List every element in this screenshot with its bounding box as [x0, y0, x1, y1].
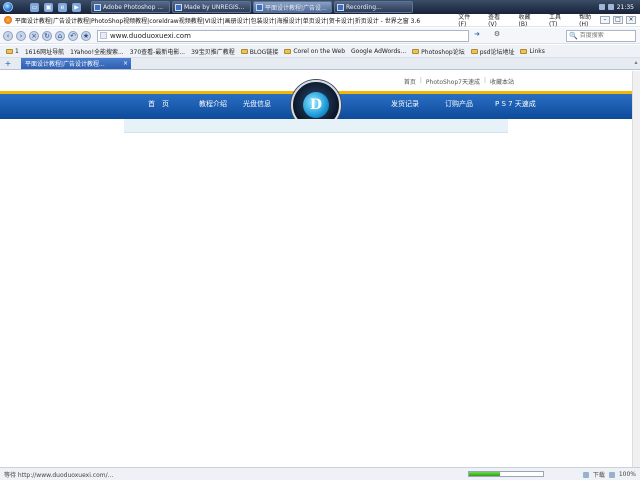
menu-help[interactable]: 帮助(H) — [579, 12, 600, 28]
quick-launch: ▭ ▣ e ▶ — [30, 2, 81, 12]
progress-fill — [469, 472, 501, 476]
menu-bar: 文件(F) 查看(V) 收藏(B) 工具(T) 帮助(H) — [458, 12, 600, 28]
refresh-icon[interactable]: ↻ — [42, 30, 52, 41]
address-bar[interactable] — [97, 29, 469, 42]
favorite-star-icon[interactable]: ★ — [81, 30, 91, 41]
media-player-icon[interactable]: ▶ — [72, 2, 81, 12]
tab-current[interactable]: 平面设计教程|广告设计教程... × — [21, 58, 131, 69]
site-nav-tutorials[interactable]: 教程介绍 — [199, 99, 227, 109]
browser-icon — [256, 3, 263, 11]
minimize-button[interactable]: – — [600, 16, 610, 24]
web-page: 首页 | PhotoShop7天速成 | 收藏本站 首 页 教程介绍 光盘信息 … — [0, 71, 632, 467]
site-nav-shipping[interactable]: 发货记录 — [391, 99, 419, 109]
menu-file[interactable]: 文件(F) — [458, 12, 478, 28]
browser-launch-icon[interactable]: e — [58, 2, 67, 12]
site-nav: 首 页 教程介绍 光盘信息 发货记录 订购产品 P S 7 天速成 — [148, 99, 536, 109]
search-box[interactable]: 🔍 — [566, 29, 636, 42]
toplink-bookmark[interactable]: 收藏本站 — [490, 77, 514, 86]
tab-scroll-icon[interactable]: ▴ — [632, 59, 640, 69]
tools-icon[interactable]: ⚙ — [491, 30, 503, 42]
start-button[interactable] — [0, 0, 16, 14]
bookmark-folder-psd[interactable]: psd论坛地址 — [470, 47, 514, 56]
logo-emblem-icon: D — [303, 92, 329, 118]
site-nav-ps7[interactable]: P S 7 天速成 — [495, 99, 536, 109]
clock[interactable]: 21:35 — [617, 4, 634, 11]
page-favicon-icon — [100, 32, 107, 39]
switch-windows-icon[interactable]: ▣ — [44, 2, 53, 12]
site-top-links: 首页 | PhotoShop7天速成 | 收藏本站 — [404, 77, 514, 86]
bookmark-folder-blog[interactable]: BLOG链接 — [240, 47, 278, 56]
task-list: Adobe Photoshop ... Made by UNREGIS... 平… — [91, 1, 413, 13]
task-button-photoshop[interactable]: Adobe Photoshop ... — [91, 1, 170, 13]
folder-icon — [6, 48, 13, 54]
divider: | — [419, 77, 422, 84]
back-arrow-icon[interactable]: ‹ — [3, 30, 13, 41]
task-button-recording[interactable]: Recording... — [334, 1, 413, 13]
new-tab-icon[interactable]: + — [3, 59, 13, 69]
close-tab-icon[interactable]: × — [123, 60, 128, 67]
browser-logo-icon — [4, 16, 12, 24]
bookmarks-bar: 1 1616网址导航 1Yahoo!全能搜索... 370查看-最新电影... … — [0, 45, 640, 58]
system-tray: 21:35 — [598, 4, 640, 11]
search-input[interactable] — [579, 32, 636, 39]
task-button-browser[interactable]: 平面设计教程|广告设... — [253, 1, 332, 13]
volume-icon[interactable] — [607, 4, 614, 10]
status-text: 等待 http://www.duoduoxuexi.com/... — [4, 471, 114, 479]
toplink-ps7[interactable]: PhotoShop7天速成 — [426, 77, 480, 86]
download-label[interactable]: 下载 — [593, 470, 605, 479]
bookmark-1616[interactable]: 1616网址导航 — [25, 47, 64, 56]
bookmark-yahoo[interactable]: 1Yahoo!全能搜索... — [70, 47, 124, 56]
vertical-scrollbar[interactable] — [632, 71, 640, 467]
site-subpanel — [124, 119, 508, 133]
recording-icon — [337, 3, 344, 11]
tab-strip: + 平面设计教程|广告设计教程... × ▴ — [0, 58, 640, 70]
site-nav-order[interactable]: 订购产品 — [445, 99, 473, 109]
url-input[interactable] — [110, 31, 450, 40]
bookmark-39[interactable]: 39宝贝推广教程 — [191, 47, 235, 56]
menu-tools[interactable]: 工具(T) — [549, 12, 569, 28]
windows-logo-icon — [3, 2, 13, 12]
show-desktop-icon[interactable]: ▭ — [30, 2, 39, 12]
undo-icon[interactable]: ↶ — [68, 30, 78, 41]
forward-arrow-icon[interactable]: › — [16, 30, 26, 41]
status-bar: 等待 http://www.duoduoxuexi.com/... 下载 100… — [0, 467, 640, 480]
menu-view[interactable]: 查看(V) — [488, 12, 508, 28]
close-button[interactable]: × — [626, 16, 636, 24]
menu-favorites[interactable]: 收藏(B) — [519, 12, 540, 28]
photoshop-icon — [94, 3, 101, 11]
zoom-icon[interactable] — [608, 471, 615, 478]
bookmark-370[interactable]: 370查看-最新电影... — [130, 47, 185, 56]
bookmark-folder-1[interactable]: 1 — [6, 48, 19, 55]
zoom-level[interactable]: 100% — [619, 471, 636, 478]
bookmark-google-adwords[interactable]: Google AdWords... — [351, 48, 406, 55]
app-icon — [175, 3, 182, 11]
folder-icon — [412, 48, 420, 54]
stop-icon[interactable]: × — [29, 30, 39, 41]
folder-icon — [240, 48, 248, 54]
download-icon[interactable] — [582, 471, 589, 478]
go-arrow-icon[interactable]: ➜ — [471, 30, 483, 42]
folder-icon — [470, 48, 478, 54]
bookmark-folder-corel[interactable]: Corel on the Web — [284, 48, 345, 55]
network-icon[interactable] — [598, 4, 605, 10]
navigation-toolbar: ‹ › × ↻ ⌂ ↶ ★ ➜ ⚙ 🔍 — [0, 28, 640, 44]
loading-progress-bar — [468, 471, 544, 477]
bookmark-folder-photoshop[interactable]: Photoshop论坛 — [412, 47, 465, 56]
site-nav-disc-info[interactable]: 光盘信息 — [243, 99, 271, 109]
divider: | — [483, 77, 486, 84]
maximize-button[interactable]: □ — [613, 16, 623, 24]
status-right: 下载 100% — [582, 470, 636, 479]
task-button-made-by[interactable]: Made by UNREGIS... — [172, 1, 251, 13]
folder-icon — [520, 48, 528, 54]
toplink-home[interactable]: 首页 — [404, 77, 416, 86]
search-icon: 🔍 — [569, 31, 578, 40]
site-nav-home[interactable]: 首 页 — [148, 99, 169, 109]
window-controls: – □ × — [600, 16, 640, 24]
folder-icon — [284, 48, 292, 54]
window-title: 平面设计教程|广告设计教程|PhotoShop视频教程|coreldraw视频教… — [14, 17, 421, 25]
home-icon[interactable]: ⌂ — [55, 30, 65, 41]
bookmark-folder-links[interactable]: Links — [520, 48, 545, 55]
window-titlebar: 平面设计教程|广告设计教程|PhotoShop视频教程|coreldraw视频教… — [0, 12, 640, 28]
